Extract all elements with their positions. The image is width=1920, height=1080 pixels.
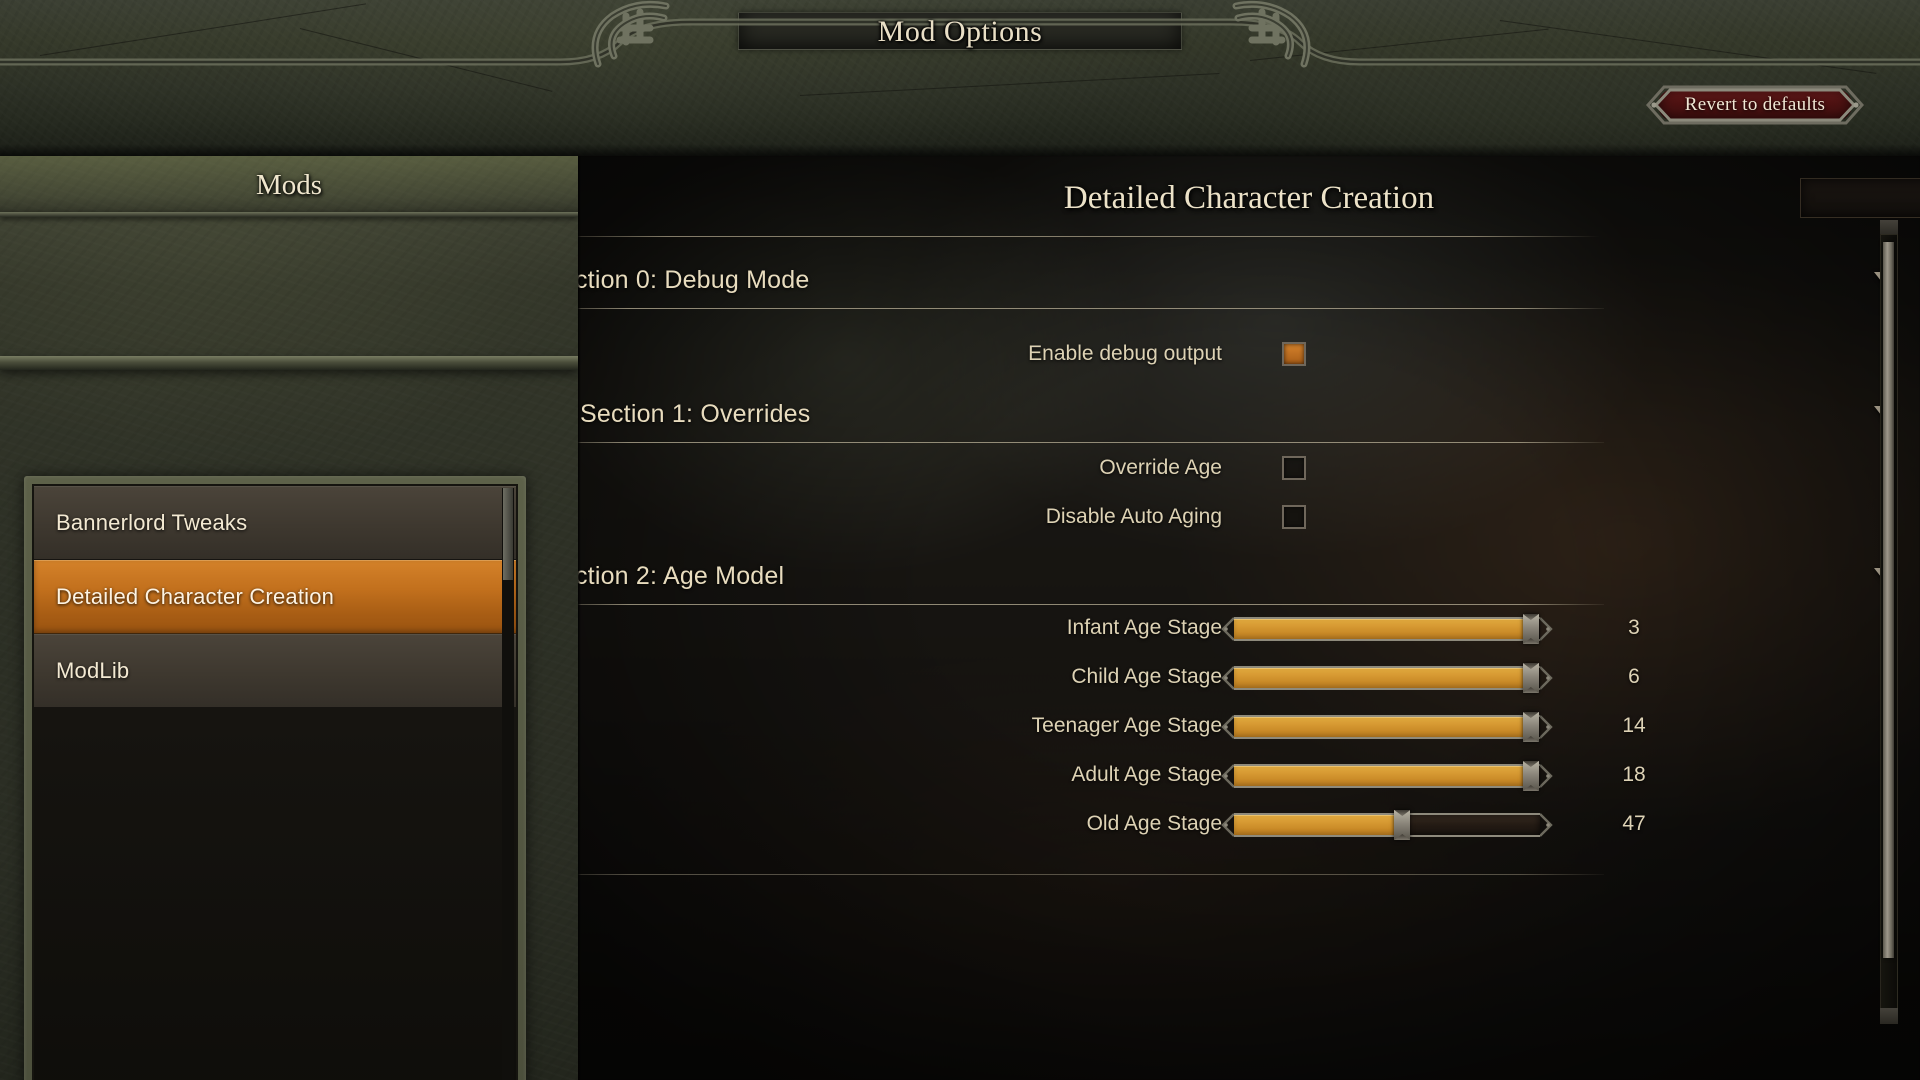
slider-handle[interactable] (1394, 810, 1411, 840)
option-row-enable-debug-output: Enable debug output (578, 332, 1604, 376)
slider-value: 6 (1628, 665, 1640, 688)
section-title: Section 1: Overrides (580, 399, 811, 428)
sidebar-item-label: ModLib (56, 657, 130, 683)
slider-value: 14 (1622, 714, 1646, 737)
sidebar-shelf-ledge (0, 356, 578, 370)
slider-cap-right (1539, 764, 1553, 788)
option-label: Disable Auto Aging (1045, 505, 1222, 528)
sidebar-item-bannerlord-tweaks[interactable]: Bannerlord Tweaks (34, 486, 516, 560)
sidebar-header-divider (0, 212, 578, 217)
mods-list-empty-area (34, 708, 516, 1080)
revert-button-label: Revert to defaults (1684, 94, 1826, 115)
section-rule (578, 604, 1604, 605)
slider-track[interactable] (1234, 617, 1540, 641)
option-label: Old Age Stage (1086, 812, 1222, 835)
checkbox-enable-debug-output[interactable] (1282, 342, 1306, 366)
slider-track[interactable] (1234, 813, 1540, 837)
search-input[interactable] (1811, 179, 1920, 217)
slider-fill (1234, 668, 1531, 688)
slider-handle[interactable] (1522, 614, 1539, 644)
slider-handle[interactable] (1522, 663, 1539, 693)
sidebar-header: Mods (0, 156, 578, 214)
revert-to-defaults-button[interactable]: Revert to defaults (1640, 85, 1870, 125)
slider-fill (1234, 717, 1531, 737)
slider-track[interactable] (1234, 764, 1540, 788)
slider-fill (1234, 815, 1403, 835)
option-row-old-age-stage: Old Age Stage 47 (578, 802, 1646, 846)
slider-old-age-stage[interactable] (1221, 810, 1553, 840)
option-label: Enable debug output (1028, 342, 1222, 365)
option-label: Override Age (1099, 456, 1222, 479)
slider-cap-right (1539, 715, 1553, 739)
content-top-divider (578, 236, 1600, 237)
section-rule (578, 308, 1604, 309)
title-bar: Mod Options Revert to defaults (0, 0, 1920, 156)
slider-handle[interactable] (1522, 761, 1539, 791)
slider-cap-right (1539, 666, 1553, 690)
options-content: Section 0: Debug Mode Enable debug outpu… (578, 236, 1920, 1080)
slider-teenager-age-stage[interactable] (1221, 712, 1553, 742)
slider-track[interactable] (1234, 715, 1540, 739)
option-row-override-age: Override Age (578, 446, 1604, 490)
section-title: Section 0: Debug Mode (578, 265, 810, 294)
section-title: Section 2: Age Model (578, 561, 785, 590)
slider-track[interactable] (1234, 666, 1540, 690)
sidebar-item-label: Detailed Character Creation (56, 583, 335, 609)
page-title: Mod Options (877, 15, 1043, 48)
slider-cap-right (1539, 617, 1553, 641)
slider-value: 47 (1622, 812, 1646, 835)
scrollbar-thumb[interactable] (503, 488, 513, 580)
mod-title: Detailed Character Creation (1063, 180, 1435, 216)
scrollbar-thumb[interactable] (1883, 242, 1894, 958)
option-label: Child Age Stage (1071, 665, 1222, 688)
sidebar-item-modlib[interactable]: ModLib (34, 634, 516, 708)
slider-fill (1234, 766, 1531, 786)
search-box[interactable] (1800, 178, 1920, 218)
section-header-overrides[interactable]: Section 1: Overrides (578, 388, 1604, 440)
checkbox-override-age[interactable] (1282, 456, 1306, 480)
option-label: Adult Age Stage (1071, 763, 1222, 786)
slider-child-age-stage[interactable] (1221, 663, 1553, 693)
slider-value: 18 (1622, 763, 1646, 786)
mod-options-panel: Detailed Character Creation Section 0: D… (578, 156, 1920, 1080)
options-scrollbar[interactable] (1880, 220, 1898, 1024)
option-label: Teenager Age Stage (1031, 714, 1222, 737)
slider-adult-age-stage[interactable] (1221, 761, 1553, 791)
option-row-disable-auto-aging: Disable Auto Aging (578, 495, 1604, 539)
option-row-infant-age-stage: Infant Age Stage 3 (578, 606, 1640, 650)
section-rule (578, 442, 1604, 443)
sidebar-item-detailed-character-creation[interactable]: Detailed Character Creation (34, 560, 516, 634)
sidebar-item-label: Bannerlord Tweaks (56, 509, 248, 535)
sidebar-title: Mods (255, 168, 323, 201)
section-bottom-rule (578, 874, 1604, 875)
slider-fill (1234, 619, 1531, 639)
checkbox-disable-auto-aging[interactable] (1282, 505, 1306, 529)
option-row-teenager-age-stage: Teenager Age Stage 14 (578, 704, 1646, 748)
panel-left-edge (578, 156, 581, 1080)
scrollbar-cap-bottom (1880, 1008, 1898, 1024)
slider-value: 3 (1628, 616, 1640, 639)
option-label: Infant Age Stage (1066, 616, 1222, 639)
mods-sidebar: Mods Bannerlord Tweaks Detailed Characte… (0, 156, 578, 1080)
option-row-child-age-stage: Child Age Stage 6 (578, 655, 1640, 699)
section-header-debug-mode[interactable]: Section 0: Debug Mode (578, 254, 1604, 306)
option-row-adult-age-stage: Adult Age Stage 18 (578, 753, 1646, 797)
slider-cap-right (1539, 813, 1553, 837)
slider-infant-age-stage[interactable] (1221, 614, 1553, 644)
slider-handle[interactable] (1522, 712, 1539, 742)
section-header-age-model[interactable]: Section 2: Age Model (578, 550, 1604, 602)
mods-list-frame: Bannerlord Tweaks Detailed Character Cre… (24, 476, 526, 1080)
mods-list-scrollbar[interactable] (502, 488, 514, 1080)
mods-list: Bannerlord Tweaks Detailed Character Cre… (32, 484, 518, 1080)
